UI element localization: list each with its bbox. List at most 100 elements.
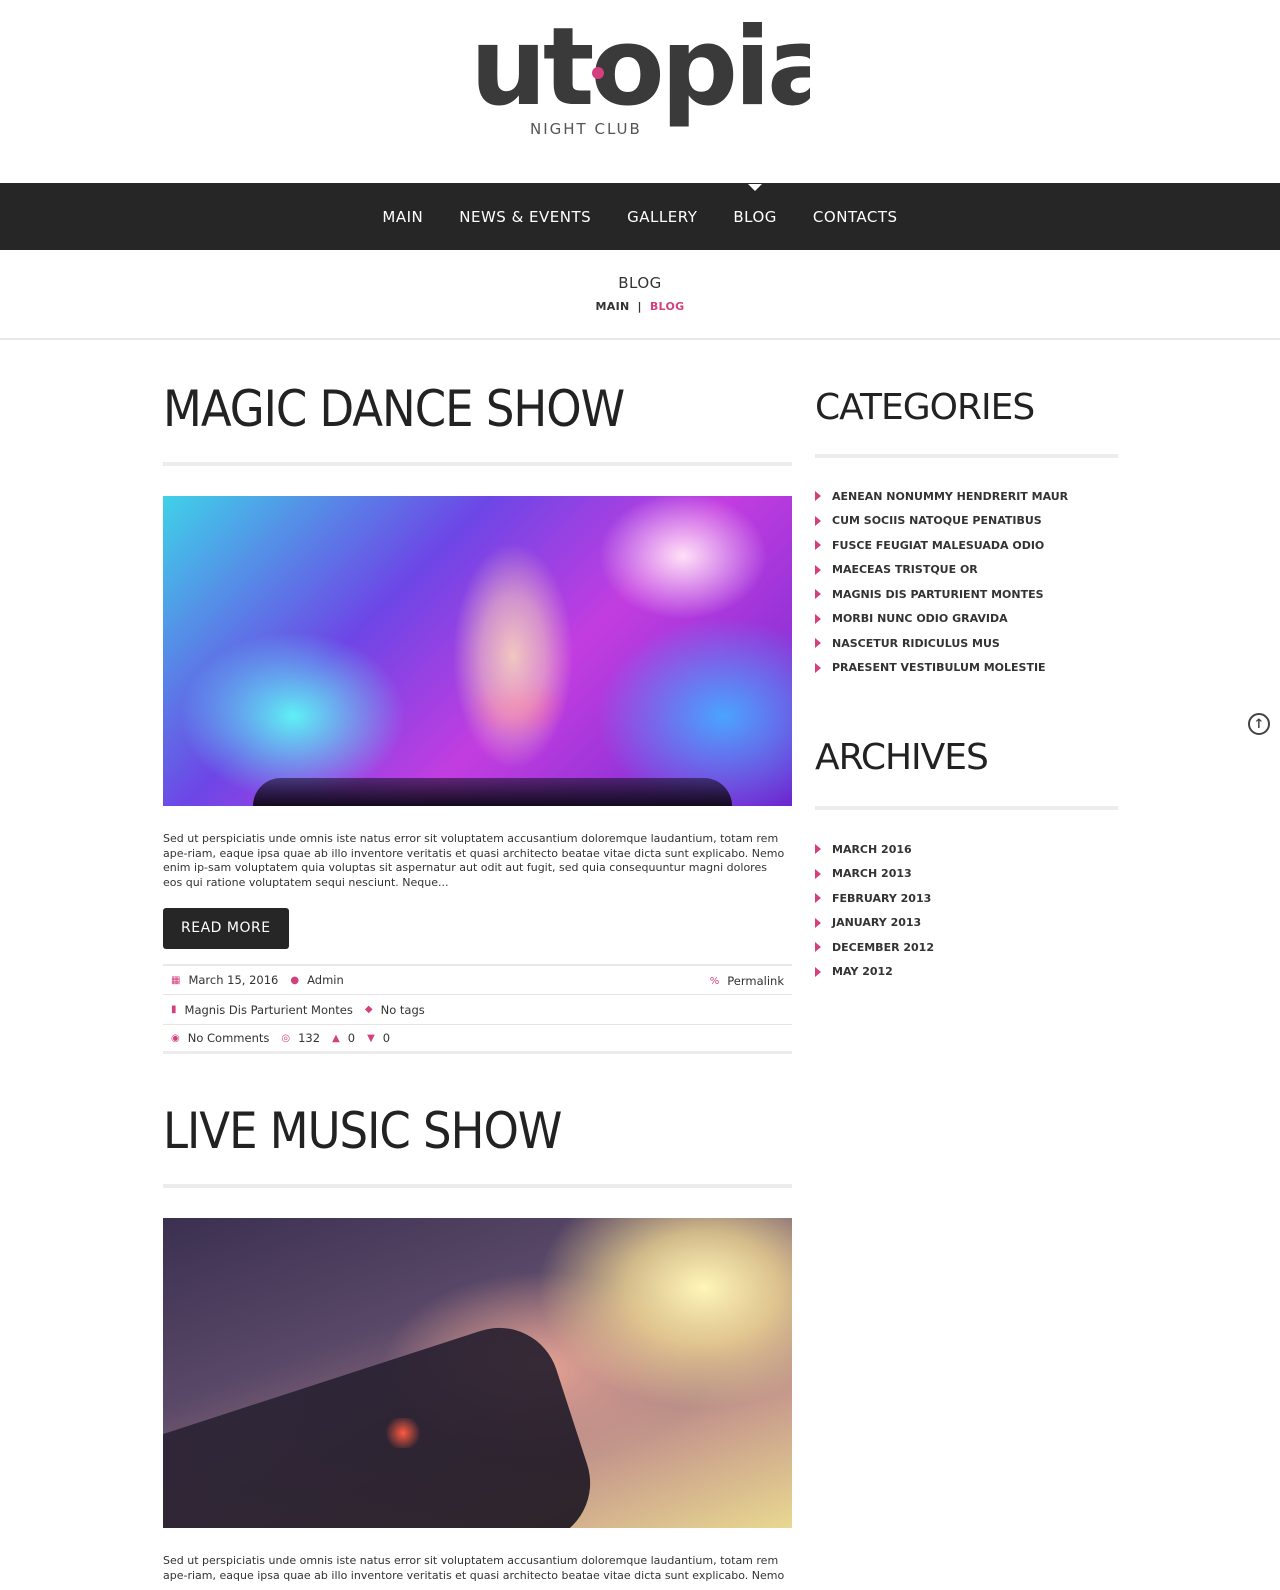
widget-divider: [815, 806, 1118, 810]
category-item[interactable]: FUSCE FEUGIAT MALESUADA ODIO: [815, 533, 1118, 558]
user-icon: ●: [290, 974, 300, 986]
category-label: MAGNIS DIS PARTURIENT MONTES: [832, 587, 1044, 601]
caret-right-icon: [815, 613, 821, 624]
post-excerpt: Sed ut perspiciatis unde omnis iste natu…: [163, 832, 785, 889]
categories-widget: CATEGORIES AENEAN NONUMMY HENDRERIT MAUR…: [815, 390, 1118, 680]
blog-posts: MAGIC DANCE SHOW Sed ut perspiciatis und…: [163, 340, 792, 1584]
post-likes: 0: [347, 1031, 356, 1045]
nav-item-blog[interactable]: BLOG: [715, 183, 795, 226]
permalink-link[interactable]: Permalink: [727, 974, 784, 988]
archives-title: ARCHIVES: [815, 737, 989, 778]
nav-item-news-events[interactable]: NEWS & EVENTS: [441, 208, 609, 226]
caret-right-icon: [815, 844, 821, 855]
post-meta-row-stats: ◉ No Comments ◎ 132 ▲ 0 ▼ 0: [163, 1024, 792, 1054]
post-date: March 15, 2016: [188, 973, 279, 987]
category-item[interactable]: NASCETUR RIDICULUS MUS: [815, 631, 1118, 656]
category-label: MAECEAS TRISTQUE OR: [832, 563, 978, 577]
category-label: PRAESENT VESTIBULUM MOLESTIE: [832, 661, 1046, 675]
dj-deck-shape: [253, 778, 732, 806]
main-navigation: MAIN NEWS & EVENTS GALLERY BLOG CONTACTS: [0, 183, 1280, 250]
archive-item[interactable]: MAY 2012: [815, 960, 1118, 985]
post-title-link[interactable]: LIVE MUSIC SHOW: [163, 1106, 792, 1156]
breadcrumb: MAIN | BLOG: [0, 300, 1280, 313]
breadcrumb-section: BLOG MAIN | BLOG: [0, 250, 1280, 340]
post-image-dj[interactable]: [163, 496, 792, 806]
categories-list: AENEAN NONUMMY HENDRERIT MAUR CUM SOCIIS…: [815, 484, 1118, 680]
post-meta-row-category: ▮ Magnis Dis Parturient Montes ◆ No tags: [163, 994, 792, 1024]
arrow-up-circle-icon: ↑: [1253, 716, 1265, 732]
bookmark-icon: ▮: [171, 1004, 177, 1015]
post-dislikes: 0: [382, 1031, 391, 1045]
breadcrumb-separator: |: [637, 300, 642, 313]
nav-item-contacts[interactable]: CONTACTS: [795, 208, 916, 226]
caret-right-icon: [815, 564, 821, 575]
caret-right-icon: [815, 662, 821, 673]
category-item[interactable]: MAECEAS TRISTQUE OR: [815, 558, 1118, 583]
archive-label: MAY 2012: [832, 965, 893, 979]
logo-dot-icon: [592, 67, 604, 79]
caret-right-icon: [815, 540, 821, 551]
post-author-link[interactable]: Admin: [307, 973, 344, 987]
widget-divider: [815, 454, 1118, 458]
caret-right-icon: [815, 589, 821, 600]
post-meta-row-date: ▦ March 15, 2016 ● Admin % Permalink: [163, 964, 792, 994]
comment-icon: ◉: [171, 1032, 180, 1044]
page-title: BLOG: [618, 274, 662, 292]
archives-list: MARCH 2016 MARCH 2013 FEBRUARY 2013 JANU…: [815, 837, 1118, 984]
post-views: 132: [298, 1031, 321, 1045]
caret-right-icon: [815, 868, 821, 879]
sidebar: CATEGORIES AENEAN NONUMMY HENDRERIT MAUR…: [815, 340, 1118, 984]
archive-item[interactable]: JANUARY 2013: [815, 911, 1118, 936]
post-category-link[interactable]: Magnis Dis Parturient Montes: [185, 1003, 353, 1017]
stage-light-glow: [383, 1418, 423, 1448]
site-logo[interactable]: utopia NIGHT CLUB: [470, 5, 840, 140]
caret-right-icon: [815, 942, 821, 953]
title-divider: [163, 462, 792, 466]
nav-item-gallery[interactable]: GALLERY: [609, 208, 715, 226]
thumbs-down-icon[interactable]: ▼: [367, 1033, 375, 1044]
breadcrumb-current: BLOG: [649, 300, 685, 313]
caret-right-icon: [815, 491, 821, 502]
post-title-link[interactable]: MAGIC DANCE SHOW: [163, 384, 792, 434]
categories-title: CATEGORIES: [815, 387, 1035, 428]
archive-label: MARCH 2016: [832, 842, 912, 856]
category-item[interactable]: MORBI NUNC ODIO GRAVIDA: [815, 607, 1118, 632]
archive-label: FEBRUARY 2013: [832, 891, 932, 905]
caret-right-icon: [815, 515, 821, 526]
category-label: MORBI NUNC ODIO GRAVIDA: [832, 612, 1008, 626]
caret-right-icon: [815, 893, 821, 904]
archive-item[interactable]: MARCH 2013: [815, 862, 1118, 887]
breadcrumb-home-link[interactable]: MAIN: [596, 300, 630, 313]
archive-label: JANUARY 2013: [832, 916, 922, 930]
site-header: utopia NIGHT CLUB: [0, 0, 1280, 183]
archive-item[interactable]: MARCH 2016: [815, 837, 1118, 862]
blog-post: MAGIC DANCE SHOW Sed ut perspiciatis und…: [163, 384, 792, 1054]
title-divider: [163, 1184, 792, 1188]
archive-item[interactable]: DECEMBER 2012: [815, 935, 1118, 960]
archive-item[interactable]: FEBRUARY 2013: [815, 886, 1118, 911]
thumbs-up-icon[interactable]: ▲: [332, 1033, 340, 1044]
category-item[interactable]: MAGNIS DIS PARTURIENT MONTES: [815, 582, 1118, 607]
tag-icon: ◆: [364, 1004, 373, 1015]
read-more-button[interactable]: READ MORE: [163, 908, 289, 949]
category-item[interactable]: AENEAN NONUMMY HENDRERIT MAUR: [815, 484, 1118, 509]
category-label: NASCETUR RIDICULUS MUS: [832, 636, 1000, 650]
category-label: AENEAN NONUMMY HENDRERIT MAUR: [832, 489, 1069, 503]
caret-right-icon: [815, 966, 821, 977]
nav-item-main[interactable]: MAIN: [364, 208, 441, 226]
archive-label: DECEMBER 2012: [832, 940, 934, 954]
archive-label: MARCH 2013: [832, 867, 912, 881]
category-label: CUM SOCIIS NATOQUE PENATIBUS: [832, 514, 1042, 528]
category-item[interactable]: CUM SOCIIS NATOQUE PENATIBUS: [815, 509, 1118, 534]
logo-wordmark: utopia: [470, 22, 810, 130]
eye-icon: ◎: [281, 1032, 291, 1044]
category-label: FUSCE FEUGIAT MALESUADA ODIO: [832, 538, 1045, 552]
scroll-to-top-button[interactable]: ↑: [1248, 713, 1270, 735]
caret-right-icon: [815, 638, 821, 649]
link-icon: %: [709, 975, 720, 987]
category-item[interactable]: PRAESENT VESTIBULUM MOLESTIE: [815, 656, 1118, 681]
post-image-guitar[interactable]: [163, 1218, 792, 1528]
post-comments-link[interactable]: No Comments: [188, 1031, 270, 1045]
post-tags: No tags: [380, 1002, 425, 1017]
archives-widget: ARCHIVES MARCH 2016 MARCH 2013 FEBRUARY …: [815, 740, 1118, 984]
